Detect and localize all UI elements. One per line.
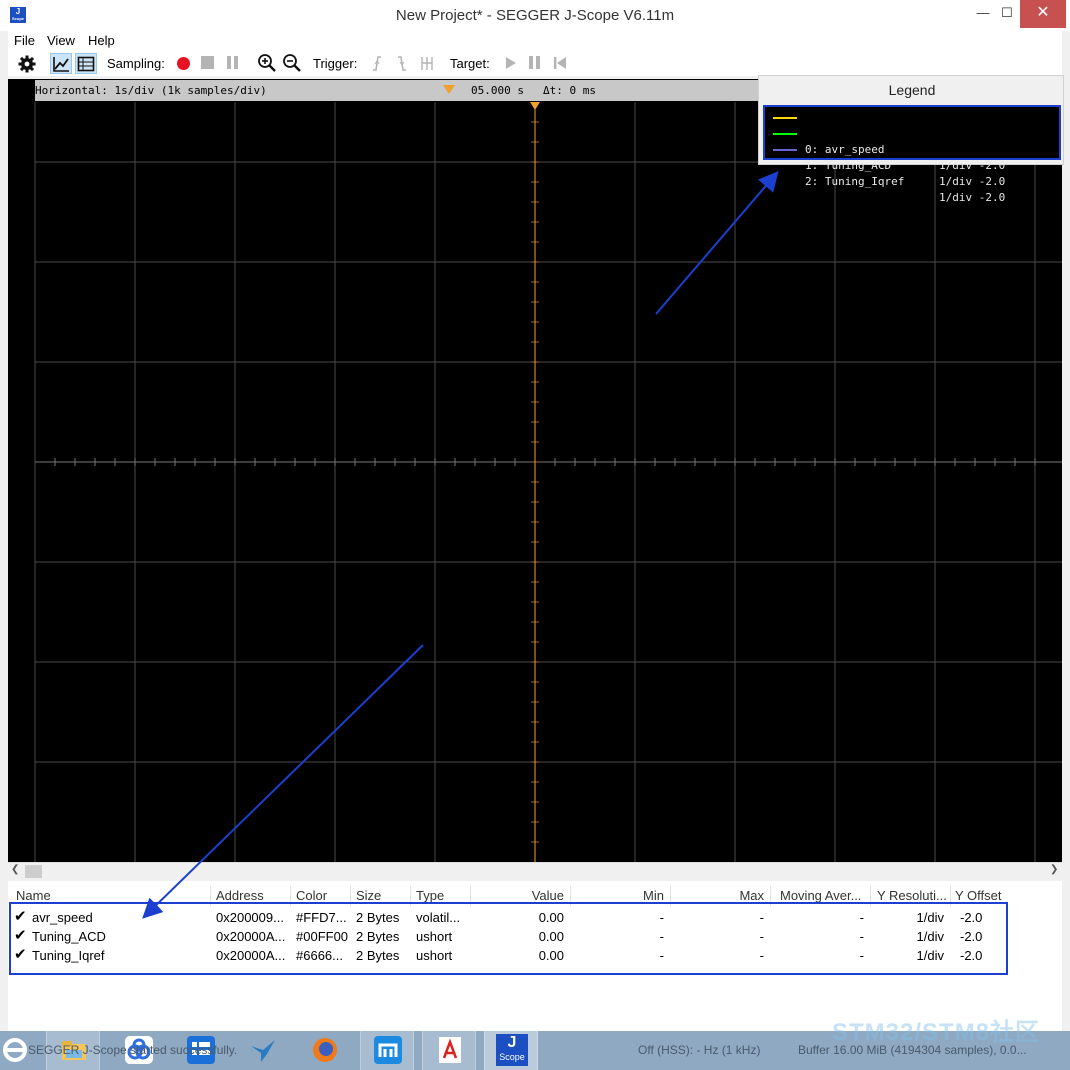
jscope-task-icon[interactable]: J Scope: [484, 1031, 538, 1070]
arrow-to-legend: [655, 170, 779, 315]
bird-app-icon[interactable]: [236, 1031, 290, 1070]
watermark: STM32/STM8社区: [832, 1019, 1041, 1046]
arrow-to-table: [142, 644, 424, 919]
maxthon-icon[interactable]: [360, 1031, 414, 1070]
pdf-reader-icon[interactable]: [422, 1031, 476, 1070]
firefox-icon[interactable]: [298, 1031, 352, 1070]
status-message: SEGGER J-Scope started successfully.: [28, 1043, 238, 1057]
annotation-arrows: [142, 170, 779, 919]
status-sampling: Off (HSS): - Hz (1 kHz): [638, 1043, 761, 1057]
